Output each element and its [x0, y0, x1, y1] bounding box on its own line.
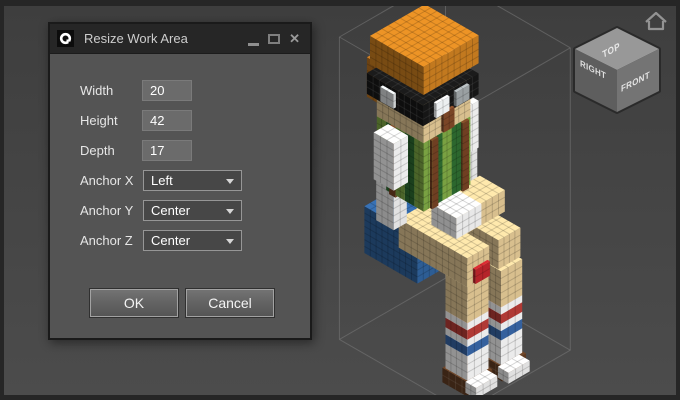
close-button[interactable]: ✕ [289, 32, 300, 45]
voxel-part-suspender-front-left[interactable] [461, 118, 469, 191]
height-input[interactable] [142, 110, 192, 131]
width-input[interactable] [142, 80, 192, 101]
voxel-character[interactable] [364, 4, 529, 399]
depth-input[interactable] [142, 140, 192, 161]
maximize-button[interactable] [268, 34, 280, 44]
voxel-part-arm-left-sleeve[interactable] [374, 124, 408, 191]
chevron-down-icon [226, 239, 234, 244]
anchor-z-value: Center [151, 233, 190, 248]
resize-work-area-dialog: Resize Work Area ✕ Width Height Depth An… [48, 22, 312, 340]
app-window: TOP RIGHT FRONT Resize Work Area ✕ [0, 0, 680, 400]
qubicle-logo-icon [57, 30, 74, 47]
anchor-x-value: Left [151, 173, 173, 188]
window-border-bottom [0, 395, 680, 400]
anchor-x-label: Anchor X [80, 173, 133, 188]
window-border-right [676, 0, 680, 400]
anchor-z-label: Anchor Z [80, 233, 133, 248]
ok-button[interactable]: OK [90, 289, 178, 317]
chevron-down-icon [226, 179, 234, 184]
cancel-button[interactable]: Cancel [186, 289, 274, 317]
window-border-left [0, 0, 4, 400]
height-label: Height [80, 113, 118, 128]
anchor-y-dropdown[interactable]: Center [143, 200, 242, 221]
window-border-top [0, 0, 680, 6]
chevron-down-icon [226, 209, 234, 214]
dialog-titlebar[interactable]: Resize Work Area ✕ [50, 24, 310, 54]
anchor-y-label: Anchor Y [80, 203, 133, 218]
minimize-button[interactable] [248, 36, 259, 46]
nav-cube[interactable]: TOP RIGHT FRONT [575, 28, 659, 112]
voxel-part-suspender-front-right[interactable] [430, 136, 438, 209]
width-label: Width [80, 83, 113, 98]
anchor-x-dropdown[interactable]: Left [143, 170, 242, 191]
anchor-z-dropdown[interactable]: Center [143, 230, 242, 251]
depth-label: Depth [80, 143, 115, 158]
dialog-title: Resize Work Area [84, 31, 248, 46]
home-icon[interactable] [646, 13, 666, 29]
anchor-y-value: Center [151, 203, 190, 218]
